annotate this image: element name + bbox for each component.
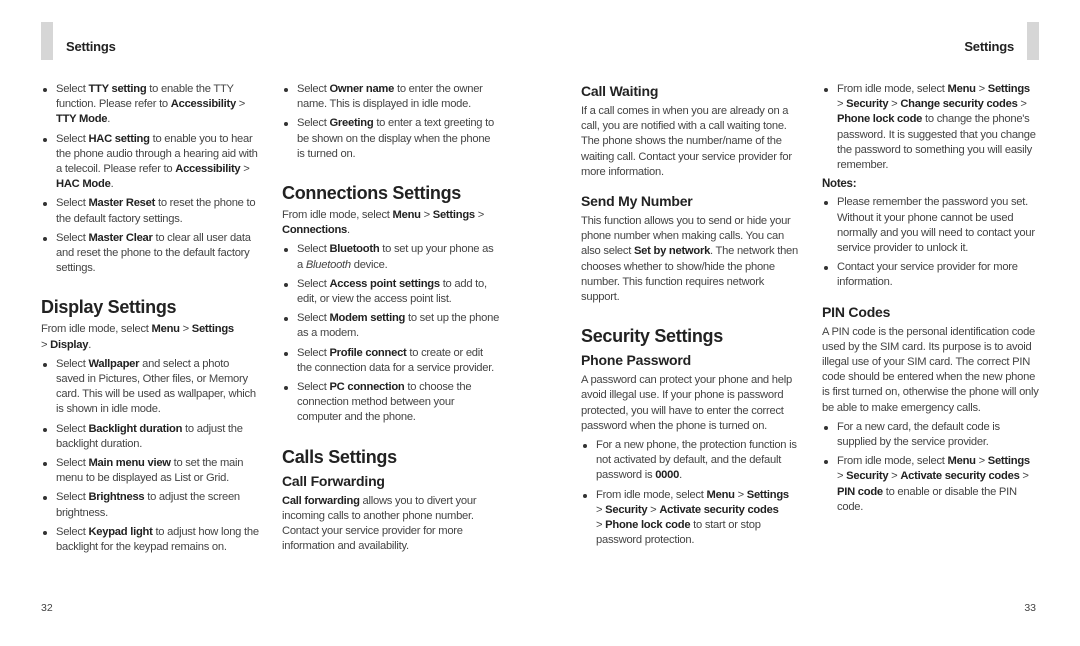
calls-settings-heading: Calls Settings <box>282 446 397 467</box>
display-settings-heading: Display Settings <box>41 297 177 318</box>
right-page-tab-marker <box>1027 22 1039 60</box>
column-3: Call Waiting If a call comes in when you… <box>581 82 799 552</box>
call-waiting-heading: Call Waiting <box>581 83 659 99</box>
connections-settings-heading: Connections Settings <box>282 183 462 204</box>
settings-list: Select TTY setting to enable the TTY fun… <box>41 82 259 276</box>
send-my-number-heading: Send My Number <box>581 193 693 210</box>
left-page-tab-marker <box>41 22 53 60</box>
phone-password-text: A password can protect your phone and he… <box>581 374 792 432</box>
list-item: Select Master Reset to reset the phone t… <box>41 196 259 226</box>
notes-heading: Notes: <box>822 178 857 191</box>
call-forwarding-heading: Call Forwarding <box>282 472 385 489</box>
column-4: From idle mode, select Menu > Settings >… <box>822 82 1040 519</box>
pin-codes-text: A PIN code is the personal identificatio… <box>822 325 1039 414</box>
list-item: Select Wallpaper and select a photo save… <box>41 357 259 418</box>
list-item: Select PC connection to choose the conne… <box>282 380 500 426</box>
display-settings-intro: From idle mode, select Menu > Settings >… <box>41 323 234 351</box>
display-settings-list: Select Wallpaper and select a photo save… <box>41 357 259 555</box>
list-item: Select Backlight duration to adjust the … <box>41 422 259 452</box>
right-running-head: Settings <box>964 39 1014 54</box>
pin-codes-list: For a new card, the default code is supp… <box>822 420 1040 515</box>
list-item: Select HAC setting to enable you to hear… <box>41 132 259 193</box>
list-item: From idle mode, select Menu > Settings >… <box>822 82 1040 173</box>
list-item: For a new phone, the protection function… <box>581 438 799 484</box>
list-item: Select Modem setting to set up the phone… <box>282 311 500 341</box>
list-item: Select Profile connect to create or edit… <box>282 346 500 376</box>
connections-settings-intro: From idle mode, select Menu > Settings >… <box>282 209 485 237</box>
greeting-list: Select Owner name to enter the owner nam… <box>282 82 500 162</box>
list-item: Contact your service provider for more i… <box>822 260 1040 290</box>
phone-password-heading: Phone Password <box>581 352 692 369</box>
list-item: Please remember the password you set. Wi… <box>822 195 1040 256</box>
column-1: Select TTY setting to enable the TTY fun… <box>41 82 259 559</box>
send-my-number-text: This function allows you to send or hide… <box>581 215 799 304</box>
list-item: Select Access point settings to add to, … <box>282 277 500 307</box>
notes-list: Please remember the password you set. Wi… <box>822 195 1040 290</box>
list-item: Select TTY setting to enable the TTY fun… <box>41 82 259 128</box>
left-running-head: Settings <box>66 39 116 54</box>
list-item: Select Brightness to adjust the screen b… <box>41 490 259 520</box>
change-code-list: From idle mode, select Menu > Settings >… <box>822 82 1040 173</box>
list-item: Select Bluetooth to set up your phone as… <box>282 242 500 272</box>
list-item: For a new card, the default code is supp… <box>822 420 1040 450</box>
list-item: Select Greeting to enter a text greeting… <box>282 116 500 162</box>
list-item: From idle mode, select Menu > Settings >… <box>581 488 799 549</box>
list-item: Select Master Clear to clear all user da… <box>41 231 259 277</box>
list-item: From idle mode, select Menu > Settings >… <box>822 454 1040 515</box>
left-page-number: 32 <box>41 602 53 614</box>
column-2: Select Owner name to enter the owner nam… <box>282 82 500 558</box>
pin-codes-heading: PIN Codes <box>822 303 891 320</box>
list-item: Select Owner name to enter the owner nam… <box>282 82 500 112</box>
connections-settings-list: Select Bluetooth to set up your phone as… <box>282 242 500 425</box>
call-forwarding-text: Call forwarding allows you to divert you… <box>282 494 477 553</box>
call-waiting-text: If a call comes in when you are already … <box>581 105 792 178</box>
list-item: Select Main menu view to set the main me… <box>41 456 259 486</box>
right-page-number: 33 <box>1024 602 1036 614</box>
phone-password-list: For a new phone, the protection function… <box>581 438 799 548</box>
security-settings-heading: Security Settings <box>581 326 723 347</box>
list-item: Select Keypad light to adjust how long t… <box>41 525 259 555</box>
